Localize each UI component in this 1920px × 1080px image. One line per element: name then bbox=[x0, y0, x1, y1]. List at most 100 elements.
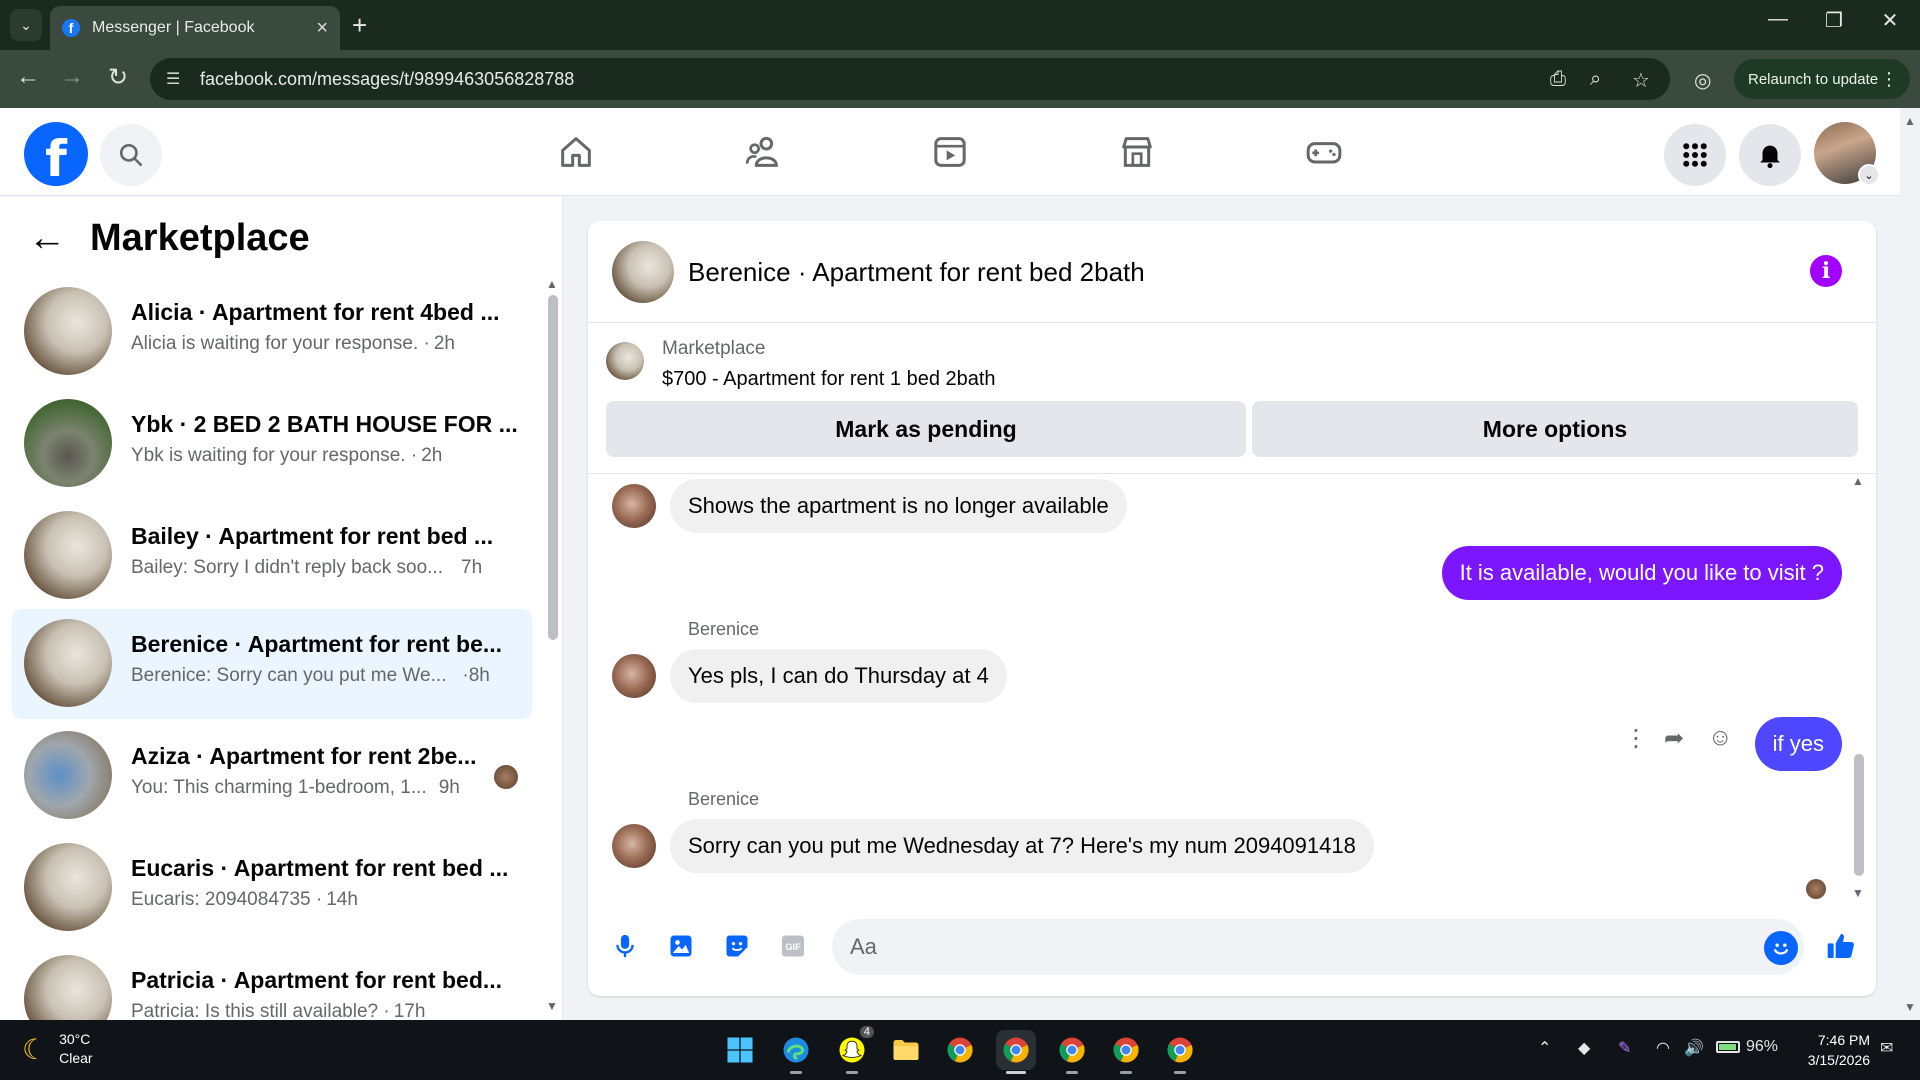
restore-button[interactable]: ❐ bbox=[1814, 8, 1854, 33]
relaunch-to-update-button[interactable]: Relaunch to update ⋮ bbox=[1734, 59, 1910, 99]
react-emoji-icon[interactable]: ☺ bbox=[1708, 724, 1733, 752]
address-bar[interactable]: ☰ facebook.com/messages/t/98994630568287… bbox=[150, 58, 1670, 100]
conversation-snippet: You: This charming 1-bedroom, 1... 9h bbox=[131, 777, 460, 798]
battery-status[interactable]: 96% bbox=[1716, 1038, 1778, 1056]
site-info-icon[interactable]: ☰ bbox=[166, 69, 186, 89]
microphone-icon bbox=[616, 934, 634, 958]
pen-tray-icon[interactable]: ✎ bbox=[1618, 1038, 1631, 1058]
nav-home-button[interactable] bbox=[554, 130, 598, 174]
taskbar-edge[interactable] bbox=[776, 1030, 816, 1074]
forward-button[interactable]: → bbox=[56, 63, 88, 91]
conversation-item[interactable]: Eucaris · Apartment for rent bed ... Euc… bbox=[12, 833, 532, 943]
scroll-thumb[interactable] bbox=[1854, 754, 1864, 876]
chat-listing-avatar[interactable] bbox=[612, 241, 674, 303]
conversation-item[interactable]: Patricia · Apartment for rent bed... Pat… bbox=[12, 945, 532, 1020]
send-like-button[interactable] bbox=[1824, 929, 1858, 963]
taskbar-chrome-profile-1[interactable] bbox=[996, 1030, 1036, 1074]
account-avatar[interactable]: ⌄ bbox=[1814, 122, 1880, 186]
notification-center-icon[interactable]: ✉ bbox=[1880, 1038, 1893, 1058]
conversation-item-selected[interactable]: Berenice · Apartment for rent be... Bere… bbox=[12, 609, 532, 719]
nav-marketplace-button[interactable] bbox=[1115, 130, 1159, 174]
page-scrollbar[interactable]: ▲ ▼ bbox=[1900, 108, 1920, 1020]
show-hidden-icons-chevron-icon[interactable]: ⌃ bbox=[1538, 1038, 1551, 1058]
install-app-icon[interactable]: ⎙ bbox=[1550, 68, 1566, 91]
scroll-thumb[interactable] bbox=[548, 295, 558, 640]
windows-taskbar: ☾ 30°C Clear 4 ⌃ ◆ ✎ ◠ 🔊 96% 7:46 PM 3/1… bbox=[0, 1020, 1920, 1080]
back-arrow-icon[interactable]: ← bbox=[28, 217, 66, 260]
app-tray-icon[interactable]: ◆ bbox=[1578, 1038, 1590, 1058]
listing-title[interactable]: $700 - Apartment for rent 1 bed 2bath bbox=[662, 368, 996, 391]
zoom-icon[interactable]: ⌕ bbox=[1590, 68, 1601, 91]
scroll-up-arrow-icon[interactable]: ▲ bbox=[1852, 474, 1864, 488]
conversation-list-scrollbar[interactable]: ▲ ▼ bbox=[546, 277, 560, 1017]
listing-thumbnail[interactable] bbox=[606, 342, 644, 380]
outgoing-message[interactable]: if yes bbox=[1754, 717, 1842, 771]
outgoing-message[interactable]: It is available, would you like to visit… bbox=[1441, 546, 1842, 600]
scroll-down-arrow-icon[interactable]: ▼ bbox=[546, 999, 558, 1013]
tab-search-button[interactable]: ⌄ bbox=[10, 9, 42, 41]
chrome-icon bbox=[947, 1037, 973, 1063]
marketplace-conversation-list: ← Marketplace Alicia · Apartment for ren… bbox=[0, 197, 563, 1020]
volume-icon[interactable]: 🔊 bbox=[1684, 1038, 1704, 1058]
attach-photo-button[interactable] bbox=[664, 929, 698, 963]
incoming-message[interactable]: Yes pls, I can do Thursday at 4 bbox=[670, 649, 1007, 703]
message-input[interactable]: Aa bbox=[832, 919, 1804, 975]
browser-tab[interactable]: f Messenger | Facebook × bbox=[50, 6, 340, 50]
search-button[interactable] bbox=[100, 124, 162, 186]
taskbar-file-explorer[interactable] bbox=[886, 1030, 926, 1070]
page-scroll-up-icon[interactable]: ▲ bbox=[1904, 114, 1916, 128]
message-thread: Shows the apartment is no longer availab… bbox=[588, 474, 1876, 904]
new-tab-button[interactable]: + bbox=[352, 10, 367, 40]
bookmark-star-icon[interactable]: ☆ bbox=[1632, 68, 1650, 93]
more-actions-icon[interactable]: ⋮ bbox=[1624, 724, 1648, 753]
sender-avatar[interactable] bbox=[612, 654, 656, 698]
browser-menu-icon[interactable]: ⋮ bbox=[1880, 69, 1898, 90]
info-icon[interactable]: i bbox=[1810, 255, 1842, 287]
start-button[interactable] bbox=[720, 1030, 760, 1070]
scroll-up-arrow-icon[interactable]: ▲ bbox=[546, 277, 558, 291]
running-indicator bbox=[1174, 1071, 1186, 1074]
conversation-item[interactable]: Bailey · Apartment for rent bed ... Bail… bbox=[12, 501, 532, 611]
thumbs-up-icon bbox=[1827, 934, 1854, 958]
scroll-down-arrow-icon[interactable]: ▼ bbox=[1852, 886, 1864, 900]
nav-video-button[interactable] bbox=[928, 130, 972, 174]
facebook-logo-icon[interactable]: f bbox=[24, 122, 88, 186]
incoming-message[interactable]: Shows the apartment is no longer availab… bbox=[670, 479, 1127, 533]
emoji-picker-button[interactable] bbox=[1764, 931, 1798, 965]
incoming-message[interactable]: Sorry can you put me Wednesday at 7? Her… bbox=[670, 819, 1374, 873]
mark-as-pending-button[interactable]: Mark as pending bbox=[606, 401, 1246, 457]
gif-button[interactable]: GIF bbox=[776, 929, 810, 963]
menu-button[interactable] bbox=[1664, 124, 1726, 186]
reply-icon[interactable]: ➦ bbox=[1664, 724, 1684, 753]
back-button[interactable]: ← bbox=[12, 63, 44, 91]
conversation-item[interactable]: Alicia · Apartment for rent 4bed ... Ali… bbox=[12, 277, 532, 387]
taskbar-snapchat[interactable]: 4 bbox=[832, 1026, 874, 1074]
taskbar-chrome-profile-2[interactable] bbox=[1052, 1030, 1092, 1074]
close-window-button[interactable]: ✕ bbox=[1870, 8, 1910, 33]
system-clock[interactable]: 7:46 PM 3/15/2026 bbox=[1790, 1030, 1870, 1070]
minimize-button[interactable]: — bbox=[1758, 8, 1798, 31]
sender-avatar[interactable] bbox=[612, 824, 656, 868]
weather-widget[interactable]: ☾ 30°C Clear bbox=[22, 1030, 93, 1068]
conversation-item[interactable]: Ybk · 2 BED 2 BATH HOUSE FOR ... Ybk is … bbox=[12, 389, 532, 499]
taskbar-chrome[interactable] bbox=[940, 1030, 980, 1070]
nav-gaming-button[interactable] bbox=[1302, 130, 1346, 174]
more-options-button[interactable]: More options bbox=[1252, 401, 1858, 457]
tab-close-icon[interactable]: × bbox=[316, 17, 328, 40]
profile-icon[interactable]: ◎ bbox=[1694, 68, 1711, 93]
page-scroll-down-icon[interactable]: ▼ bbox=[1904, 1000, 1916, 1014]
nav-friends-button[interactable] bbox=[741, 130, 785, 174]
conversation-name: Alicia · Apartment for rent 4bed ... bbox=[131, 299, 500, 325]
sender-avatar[interactable] bbox=[612, 484, 656, 528]
conversation-item[interactable]: Aziza · Apartment for rent 2be... You: T… bbox=[12, 721, 532, 831]
taskbar-chrome-profile-3[interactable] bbox=[1106, 1030, 1146, 1074]
chat-title[interactable]: Berenice · Apartment for rent bed 2bath bbox=[688, 257, 1145, 288]
sticker-button[interactable] bbox=[720, 929, 754, 963]
wifi-icon[interactable]: ◠ bbox=[1656, 1038, 1670, 1058]
message-thread-scrollbar[interactable]: ▲ ▼ bbox=[1852, 474, 1866, 904]
reload-button[interactable]: ↻ bbox=[102, 63, 134, 92]
voice-clip-button[interactable] bbox=[608, 929, 642, 963]
taskbar-chrome-profile-4[interactable] bbox=[1160, 1030, 1200, 1074]
notifications-button[interactable] bbox=[1739, 124, 1801, 186]
panel-header: ← Marketplace bbox=[28, 217, 310, 260]
